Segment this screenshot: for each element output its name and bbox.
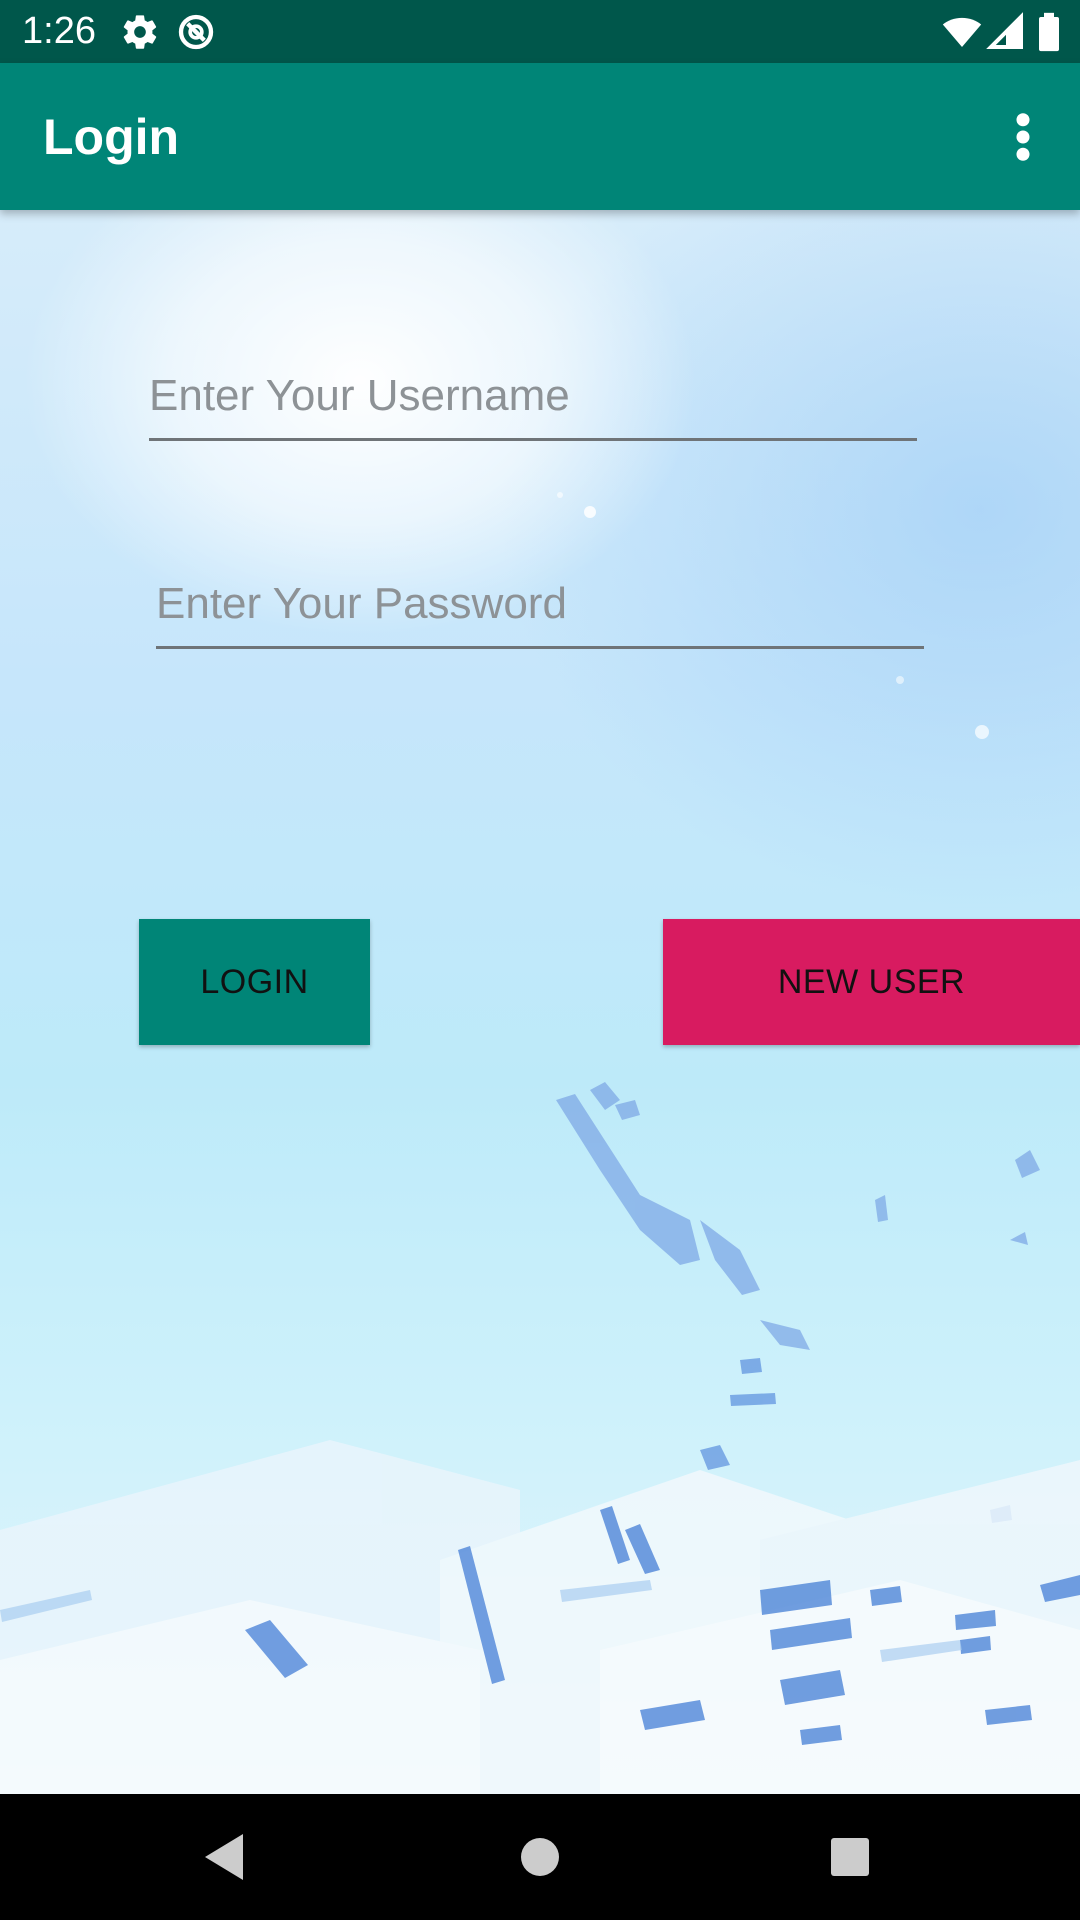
status-bar: 1:26: [0, 0, 1080, 63]
password-input[interactable]: [156, 566, 924, 642]
back-icon[interactable]: [165, 1794, 285, 1920]
wifi-icon: [942, 17, 982, 47]
settings-icon: [123, 15, 157, 49]
recents-icon[interactable]: [790, 1794, 910, 1920]
username-input[interactable]: [149, 358, 917, 434]
password-field[interactable]: [156, 566, 924, 649]
navigation-bar: [0, 1794, 1080, 1920]
username-field[interactable]: [149, 358, 917, 441]
page-title: Login: [43, 109, 180, 165]
screen: 1:26 Login Enter Your Username LOGIN NEW…: [0, 0, 1080, 1920]
login-button[interactable]: LOGIN: [139, 919, 370, 1045]
data-saver-icon: [178, 14, 214, 50]
battery-icon: [1039, 12, 1059, 52]
app-bar: Login: [0, 63, 1080, 210]
login-content: LOGIN NEW USER: [0, 210, 1080, 1794]
status-time: 1:26: [22, 10, 96, 52]
more-vert-icon[interactable]: [1000, 107, 1046, 167]
signal-icon: [986, 12, 1023, 49]
home-icon[interactable]: [480, 1794, 600, 1920]
new-user-button[interactable]: NEW USER: [663, 919, 1080, 1045]
